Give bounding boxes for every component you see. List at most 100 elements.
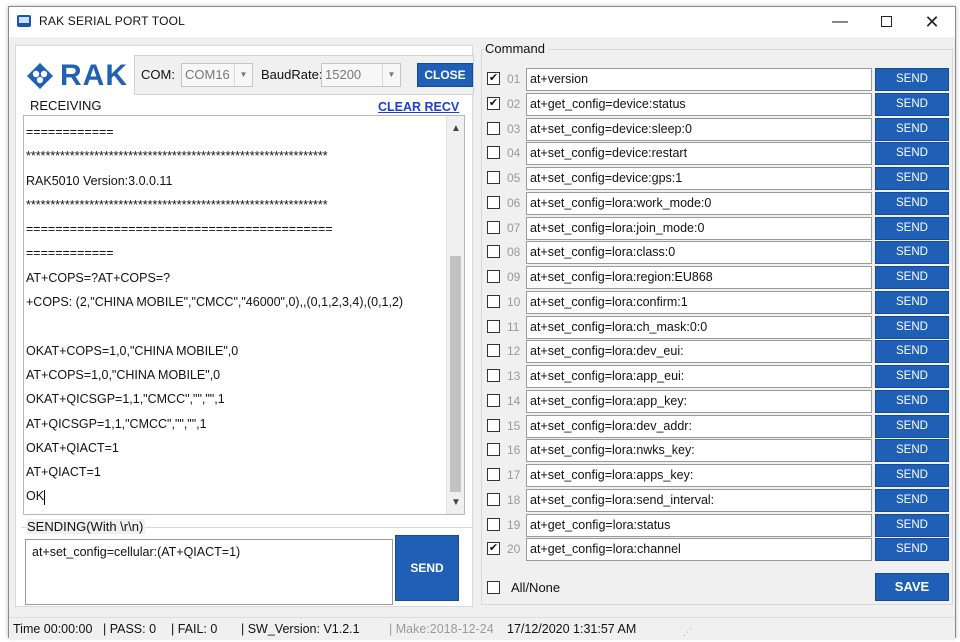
command-send-button[interactable]: SEND [875, 290, 949, 314]
baudrate-select[interactable]: 15200 ▼ [321, 63, 401, 87]
command-send-button[interactable]: SEND [875, 266, 949, 289]
command-checkbox[interactable] [487, 344, 500, 358]
command-input[interactable]: at+set_config=lora:join_mode:0 [526, 216, 872, 240]
command-checkbox[interactable] [487, 220, 500, 234]
minimize-button[interactable]: — [817, 7, 863, 37]
sending-input[interactable]: at+set_config=cellular:(AT+QIACT=1) [25, 539, 393, 605]
command-checkbox[interactable] [487, 517, 500, 531]
command-checkbox[interactable] [487, 195, 500, 209]
command-input[interactable]: at+set_config=lora:send_interval: [526, 488, 872, 512]
baudrate-value: 15200 [325, 67, 362, 82]
close-port-button[interactable]: CLOSE [417, 63, 473, 87]
command-number: 03 [507, 121, 521, 136]
all-none-label: All/None [511, 580, 561, 595]
command-row: 16 at+set_config=lora:nwks_key: SEND [485, 438, 951, 463]
command-send-button[interactable]: SEND [875, 315, 949, 339]
command-checkbox[interactable] [487, 121, 500, 135]
save-button[interactable]: SAVE [875, 573, 949, 601]
sending-label: SENDING(With \r\n) [27, 519, 146, 534]
app-icon [17, 15, 31, 27]
command-send-button[interactable]: SEND [875, 365, 949, 388]
command-checkbox[interactable]: ✔ [487, 72, 500, 85]
command-send-button[interactable]: SEND [875, 241, 949, 265]
command-input[interactable]: at+set_config=lora:ch_mask:0:0 [526, 315, 872, 339]
command-input[interactable]: at+set_config=lora:app_key: [526, 389, 872, 413]
command-input[interactable]: at+set_config=lora:app_eui: [526, 365, 872, 388]
command-send-button[interactable]: SEND [875, 464, 949, 487]
command-checkbox[interactable] [487, 443, 500, 457]
command-send-button[interactable]: SEND [875, 389, 949, 413]
command-send-button[interactable]: SEND [875, 414, 949, 438]
command-send-button[interactable]: SEND [875, 142, 949, 166]
chevron-down-icon[interactable]: ▼ [447, 494, 464, 512]
command-checkbox[interactable]: ✔ [487, 542, 500, 556]
command-checkbox[interactable] [487, 393, 500, 407]
command-checkbox[interactable] [487, 369, 500, 382]
command-input[interactable]: at+set_config=lora:region:EU868 [526, 266, 872, 289]
command-send-button[interactable]: SEND [875, 167, 949, 190]
receiving-line: ============ [26, 125, 114, 139]
command-checkbox[interactable] [487, 492, 500, 506]
receiving-line: +COPS: (2,"CHINA MOBILE","CMCC","46000",… [26, 295, 404, 310]
receiving-line: ****************************************… [26, 149, 328, 164]
command-checkbox[interactable] [487, 319, 500, 333]
command-checkbox[interactable] [487, 146, 500, 160]
command-row: 12 at+set_config=lora:dev_eui: SEND [485, 339, 951, 364]
command-input[interactable]: at+get_config=device:status [526, 92, 872, 116]
command-send-button[interactable]: SEND [875, 538, 949, 562]
command-input[interactable]: at+set_config=device:restart [526, 142, 872, 166]
command-checkbox[interactable] [487, 171, 500, 184]
command-row: 05 at+set_config=device:gps:1 SEND [485, 166, 951, 191]
com-port-select[interactable]: COM16 ▼ [181, 63, 253, 87]
command-input[interactable]: at+set_config=device:sleep:0 [526, 117, 872, 141]
chevron-up-icon[interactable]: ▲ [447, 120, 464, 138]
command-send-button[interactable]: SEND [875, 513, 949, 537]
com-port-value: COM16 [185, 67, 230, 82]
receiving-textarea[interactable]: ============ ****************************… [23, 115, 465, 515]
maximize-button[interactable] [863, 7, 909, 37]
command-send-button[interactable]: SEND [875, 92, 949, 116]
command-input[interactable]: at+set_config=lora:apps_key: [526, 464, 872, 487]
command-checkbox[interactable]: ✔ [487, 96, 500, 110]
command-input[interactable]: at+set_config=lora:dev_eui: [526, 340, 872, 364]
command-send-button[interactable]: SEND [875, 68, 949, 91]
command-send-button[interactable]: SEND [875, 191, 949, 215]
command-input[interactable]: at+get_config=lora:status [526, 513, 872, 537]
receiving-line: AT+QICSGP=1,1,"CMCC","","",1 [26, 416, 207, 431]
command-checkbox[interactable] [487, 294, 500, 308]
command-input[interactable]: at+set_config=lora:confirm:1 [526, 290, 872, 314]
command-number: 01 [507, 72, 521, 86]
send-button[interactable]: SEND [395, 535, 459, 601]
command-input[interactable]: at+set_config=lora:class:0 [526, 241, 872, 265]
resize-grip-icon[interactable]: ⋰ [683, 628, 693, 638]
receiving-line: ****************************************… [26, 197, 328, 212]
command-number: 05 [507, 171, 521, 185]
command-input[interactable]: at+set_config=lora:work_mode:0 [526, 191, 872, 215]
command-input[interactable]: at+get_config=lora:channel [526, 538, 872, 562]
all-none-checkbox[interactable] [487, 581, 500, 594]
receiving-line: AT+QIACT=1 [26, 465, 101, 480]
scrollbar-thumb[interactable] [450, 256, 461, 492]
close-window-button[interactable]: ✕ [909, 7, 955, 37]
receiving-scrollbar[interactable]: ▲ ▼ [446, 116, 464, 514]
command-input[interactable]: at+set_config=lora:nwks_key: [526, 439, 872, 463]
clear-recv-link[interactable]: CLEAR RECV [378, 100, 459, 114]
command-checkbox[interactable] [487, 468, 500, 481]
command-input[interactable]: at+version [526, 68, 872, 91]
command-checkbox[interactable] [487, 245, 500, 259]
command-send-button[interactable]: SEND [875, 488, 949, 512]
command-number: 10 [507, 294, 521, 309]
command-row: ✔ 20 at+get_config=lora:channel SEND [485, 537, 951, 562]
command-number: 14 [507, 393, 521, 408]
command-send-button[interactable]: SEND [875, 216, 949, 240]
command-send-button[interactable]: SEND [875, 340, 949, 364]
command-send-button[interactable]: SEND [875, 117, 949, 141]
maximize-icon [880, 16, 892, 28]
command-input[interactable]: at+set_config=lora:dev_addr: [526, 414, 872, 438]
command-checkbox[interactable] [487, 418, 500, 432]
command-send-button[interactable]: SEND [875, 439, 949, 463]
command-checkbox[interactable] [487, 270, 500, 283]
command-input[interactable]: at+set_config=device:gps:1 [526, 167, 872, 190]
receiving-line: OKAT+QICSGP=1,1,"CMCC","","",1 [26, 392, 225, 407]
receiving-line: AT+COPS=1,0,"CHINA MOBILE",0 [26, 367, 221, 382]
